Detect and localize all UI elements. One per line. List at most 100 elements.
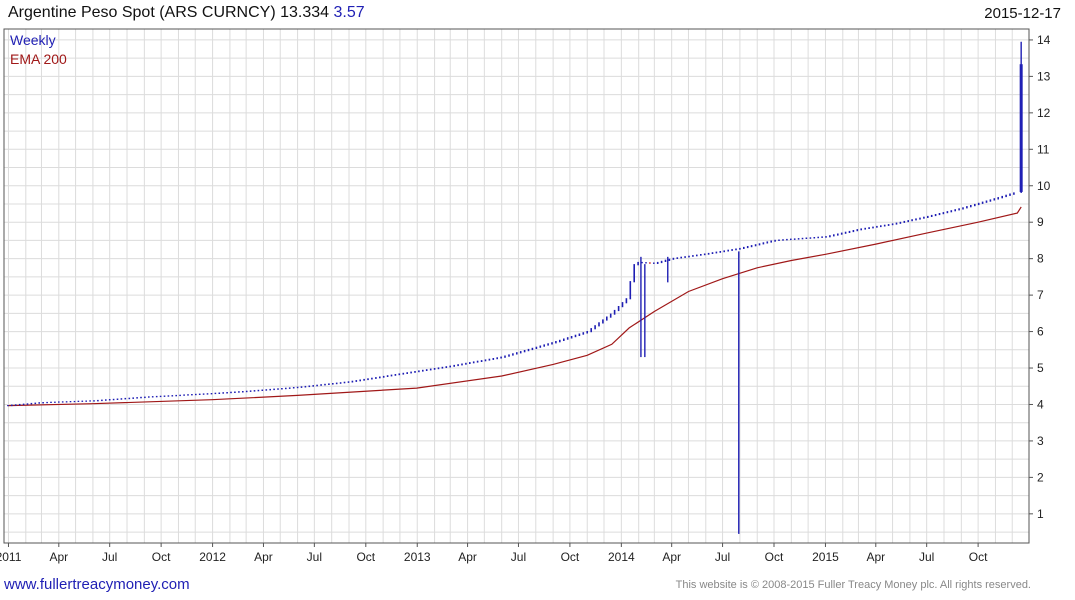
weekly-bar xyxy=(656,261,659,264)
weekly-bar xyxy=(743,246,745,249)
weekly-bar xyxy=(696,254,698,257)
weekly-bar xyxy=(359,379,361,382)
weekly-bar xyxy=(77,400,80,402)
weekly-bar xyxy=(911,219,913,222)
weekly-bar xyxy=(429,368,432,371)
weekly-bar xyxy=(136,397,138,399)
weekly-bar xyxy=(582,332,585,335)
weekly-bar xyxy=(320,384,322,386)
weekly-bar xyxy=(977,202,980,206)
weekly-bar xyxy=(746,246,749,249)
weekly-bar xyxy=(927,215,929,218)
weekly-bar xyxy=(324,383,326,386)
weekly-bar xyxy=(18,403,21,406)
weekly-bar xyxy=(476,360,479,363)
weekly-bar xyxy=(382,375,385,378)
weekly-bar xyxy=(754,244,757,247)
x-tick-label: Apr xyxy=(49,550,68,564)
weekly-bar xyxy=(101,399,103,402)
weekly-bar xyxy=(883,224,886,227)
weekly-bar xyxy=(570,336,573,339)
weekly-bar xyxy=(433,368,436,370)
weekly-bar xyxy=(304,385,307,388)
weekly-bar xyxy=(261,389,264,391)
weekly-bar xyxy=(981,201,984,204)
weekly-bar xyxy=(543,344,545,347)
weekly-bar xyxy=(191,394,193,396)
y-tick-label: 14 xyxy=(1037,33,1051,47)
weekly-bar xyxy=(700,254,702,256)
weekly-bar xyxy=(214,392,217,395)
weekly-bar xyxy=(1005,194,1007,198)
weekly-bar xyxy=(120,398,123,400)
weekly-bar xyxy=(343,381,346,384)
weekly-bar xyxy=(805,237,808,239)
weekly-bar xyxy=(50,401,52,403)
x-tick-label: Apr xyxy=(866,550,885,564)
weekly-bar xyxy=(355,380,358,382)
weekly-bar xyxy=(923,216,925,219)
weekly-bar xyxy=(907,220,909,223)
weekly-bar xyxy=(367,378,369,381)
y-tick-label: 4 xyxy=(1037,397,1044,411)
y-axis: 1234567891011121314 xyxy=(1029,33,1051,521)
weekly-bar xyxy=(586,331,588,334)
weekly-bar xyxy=(997,197,999,200)
weekly-bar xyxy=(351,380,354,383)
weekly-bar xyxy=(766,241,769,244)
weekly-bar xyxy=(410,371,412,374)
x-tick-label: Apr xyxy=(254,550,273,564)
weekly-bar xyxy=(758,243,761,246)
weekly-bar xyxy=(496,357,498,360)
weekly-bar xyxy=(809,237,812,239)
weekly-bar xyxy=(386,375,389,377)
weekly-bar xyxy=(445,366,448,368)
weekly-bar xyxy=(312,385,314,387)
weekly-bar xyxy=(872,226,874,229)
weekly-bar xyxy=(179,394,181,397)
y-tick-label: 2 xyxy=(1037,470,1044,484)
weekly-bar xyxy=(895,222,898,225)
weekly-bar xyxy=(844,231,847,234)
x-tick-label: 2014 xyxy=(608,550,635,564)
weekly-bar xyxy=(578,333,581,336)
weekly-bar xyxy=(613,309,616,315)
weekly-bar xyxy=(292,387,295,389)
site-link[interactable]: www.fullertreacymoney.com xyxy=(4,576,190,593)
weekly-bar xyxy=(887,224,890,226)
weekly-bar xyxy=(347,381,350,383)
weekly-bar xyxy=(594,325,596,330)
weekly-bar xyxy=(563,338,565,341)
weekly-bar xyxy=(453,364,455,367)
weekly-bar xyxy=(680,256,682,259)
weekly-bar xyxy=(402,372,405,375)
weekly-bar xyxy=(672,257,675,260)
weekly-bar xyxy=(962,207,964,210)
weekly-bar xyxy=(547,343,549,346)
weekly-bar xyxy=(89,400,91,402)
weekly-bar xyxy=(719,251,722,253)
weekly-bar xyxy=(316,384,318,387)
weekly-bar xyxy=(222,392,224,394)
weekly-bar xyxy=(840,232,843,235)
weekly-bar xyxy=(81,400,84,402)
weekly-bar xyxy=(406,372,408,374)
y-tick-label: 6 xyxy=(1037,325,1044,339)
legend-ema: EMA 200 xyxy=(10,51,67,67)
weekly-bar xyxy=(14,404,17,406)
weekly-bar xyxy=(285,387,287,390)
x-tick-label: Oct xyxy=(152,550,171,564)
x-tick-label: Oct xyxy=(765,550,784,564)
chart-grid xyxy=(4,29,1029,543)
weekly-bar xyxy=(281,388,283,390)
weekly-bar xyxy=(414,371,416,373)
weekly-bar xyxy=(54,401,56,403)
weekly-bar xyxy=(574,334,577,338)
weekly-bar xyxy=(602,319,604,324)
weekly-bar xyxy=(187,394,189,396)
weekly-bar xyxy=(621,302,624,308)
weekly-bar xyxy=(559,339,561,343)
weekly-bar xyxy=(124,397,127,400)
weekly-bar xyxy=(797,238,800,240)
weekly-bar xyxy=(469,362,471,364)
